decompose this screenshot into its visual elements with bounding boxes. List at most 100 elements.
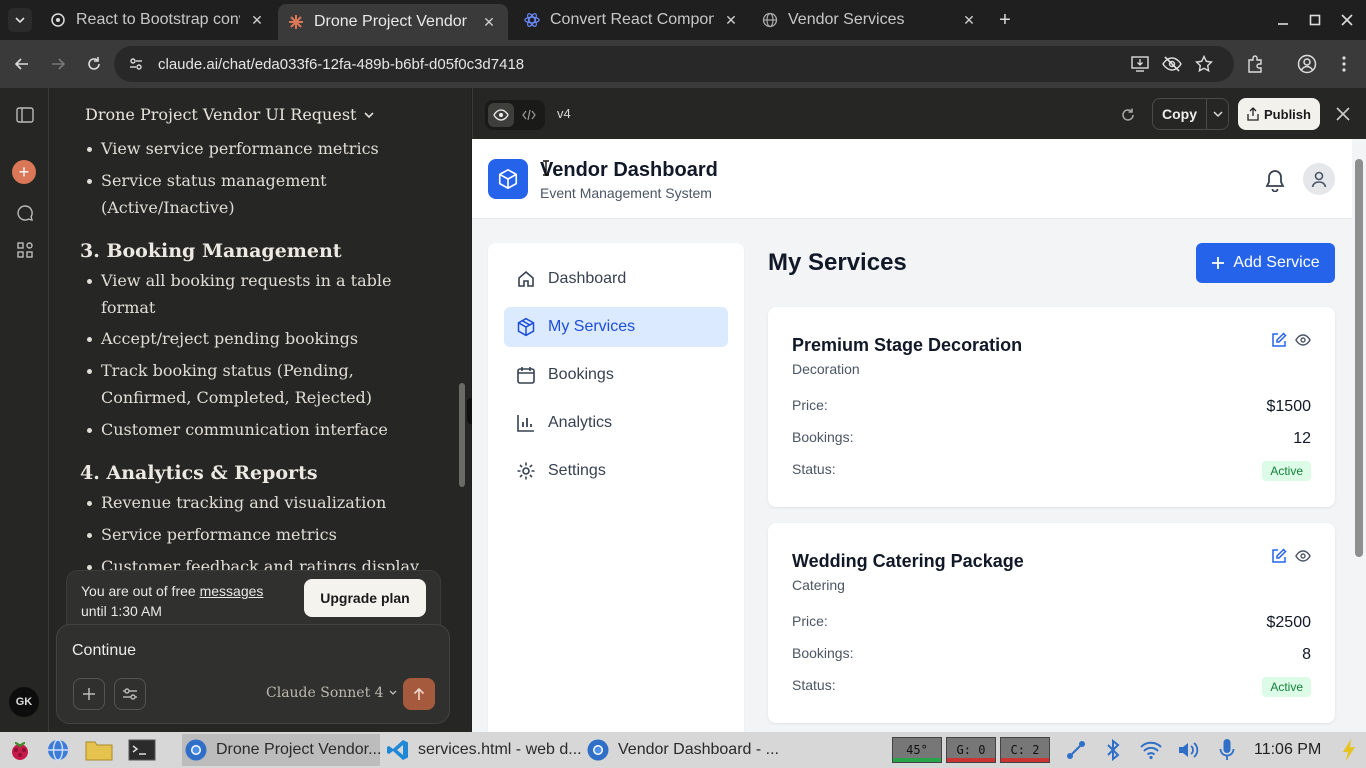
window-title: services.html - web d... bbox=[418, 741, 582, 758]
add-service-button[interactable]: Add Service bbox=[1196, 243, 1335, 283]
eye-off-icon[interactable] bbox=[1162, 54, 1182, 74]
user-avatar[interactable]: GK bbox=[9, 687, 39, 717]
preview-tab[interactable] bbox=[488, 103, 514, 127]
app-title: Vendor Dashboard bbox=[540, 159, 718, 181]
terminal-icon[interactable] bbox=[128, 736, 156, 764]
arrow-right-icon bbox=[52, 58, 66, 70]
model-selector[interactable]: Claude Sonnet 4 bbox=[266, 685, 398, 701]
taskbar-window-2[interactable]: Vendor Dashboard - ... bbox=[584, 734, 782, 766]
tab-title: Drone Project Vendor UI bbox=[314, 13, 472, 30]
nav-item-analytics[interactable]: Analytics bbox=[504, 403, 728, 443]
network-share-icon[interactable] bbox=[1064, 738, 1088, 762]
star-icon[interactable] bbox=[1194, 54, 1214, 74]
projects-icon[interactable] bbox=[14, 239, 36, 261]
nav-item-settings[interactable]: Settings bbox=[504, 451, 728, 491]
bell-icon[interactable] bbox=[1262, 167, 1288, 193]
publish-button[interactable]: Publish bbox=[1238, 98, 1320, 130]
bookings-label: Bookings: bbox=[792, 645, 854, 661]
os-taskbar: Drone Project Vendor... services.html - … bbox=[0, 732, 1366, 768]
chat-title-button[interactable]: Drone Project Vendor UI Request bbox=[85, 105, 376, 124]
nav-item-bookings[interactable]: Bookings bbox=[504, 355, 728, 395]
power-icon[interactable] bbox=[1337, 738, 1361, 762]
copy-button[interactable]: Copy bbox=[1153, 99, 1207, 129]
send-button[interactable] bbox=[403, 678, 435, 710]
attach-button[interactable] bbox=[73, 678, 105, 710]
preview-scrollbar[interactable] bbox=[1355, 159, 1363, 557]
user-avatar-button[interactable] bbox=[1303, 163, 1335, 195]
nav-item-my-services[interactable]: My Services bbox=[504, 307, 728, 347]
nav-label: My Services bbox=[548, 318, 636, 335]
service-category: Catering bbox=[792, 577, 845, 593]
close-artifact-button[interactable] bbox=[1333, 104, 1353, 124]
raspberry-menu-icon[interactable] bbox=[6, 736, 34, 764]
window-title: Vendor Dashboard - ... bbox=[618, 741, 779, 758]
copy-dropdown-button[interactable] bbox=[1207, 99, 1228, 129]
tab-search-button[interactable] bbox=[8, 8, 32, 32]
minimize-button[interactable] bbox=[1273, 10, 1293, 30]
nav-item-dashboard[interactable]: Dashboard bbox=[504, 259, 728, 299]
eye-icon[interactable] bbox=[1294, 331, 1312, 349]
extensions-icon[interactable] bbox=[1245, 54, 1265, 74]
browser-tab-0[interactable]: React to Bootstrap conv ✕ bbox=[40, 4, 276, 36]
install-app-icon[interactable] bbox=[1130, 54, 1150, 74]
kebab-menu-icon[interactable] bbox=[1334, 54, 1354, 74]
edit-icon[interactable] bbox=[1270, 331, 1288, 349]
chevron-down-icon bbox=[389, 690, 397, 695]
profile-icon[interactable] bbox=[1297, 54, 1317, 74]
chromium-icon bbox=[182, 736, 210, 764]
forward-button[interactable] bbox=[46, 52, 70, 76]
gpu-monitor: G: 0 bbox=[946, 737, 996, 763]
wifi-icon[interactable] bbox=[1139, 738, 1163, 762]
upgrade-plan-button[interactable]: Upgrade plan bbox=[304, 579, 426, 617]
vscode-icon bbox=[384, 736, 412, 764]
close-icon[interactable]: ✕ bbox=[480, 13, 498, 31]
microphone-icon[interactable] bbox=[1215, 738, 1239, 762]
maximize-button[interactable] bbox=[1305, 10, 1325, 30]
chat-scrollbar[interactable] bbox=[459, 383, 465, 487]
volume-icon[interactable] bbox=[1177, 738, 1201, 762]
browser-tab-3[interactable]: Vendor Services ✕ bbox=[752, 4, 988, 36]
chats-icon[interactable] bbox=[14, 202, 36, 224]
new-chat-button[interactable]: + bbox=[12, 160, 36, 184]
new-tab-button[interactable]: + bbox=[994, 9, 1016, 31]
browser-tab-1[interactable]: Drone Project Vendor UI ✕ bbox=[278, 4, 508, 40]
share-icon bbox=[1247, 107, 1259, 121]
status-badge: Active bbox=[1262, 677, 1311, 697]
section-heading: 4. Analytics & Reports bbox=[80, 462, 318, 484]
tools-button[interactable] bbox=[114, 678, 146, 710]
nav-label: Analytics bbox=[548, 414, 613, 431]
message-input[interactable]: Continue bbox=[72, 642, 136, 660]
code-tab[interactable] bbox=[516, 103, 542, 127]
add-service-label: Add Service bbox=[1233, 254, 1320, 271]
back-button[interactable] bbox=[10, 52, 34, 76]
minimize-icon bbox=[1278, 23, 1288, 25]
folder-icon[interactable] bbox=[85, 736, 113, 764]
openai-icon bbox=[50, 12, 66, 28]
limit-text: You are out of free bbox=[81, 583, 200, 599]
bar-chart-icon bbox=[516, 413, 536, 433]
close-window-button[interactable] bbox=[1337, 10, 1357, 30]
close-icon[interactable]: ✕ bbox=[722, 11, 740, 29]
globe-icon[interactable] bbox=[44, 736, 72, 764]
taskbar-window-0[interactable]: Drone Project Vendor... bbox=[182, 734, 380, 766]
edit-icon[interactable] bbox=[1270, 547, 1288, 565]
code-icon bbox=[522, 109, 536, 121]
messages-link[interactable]: messages bbox=[200, 583, 264, 599]
browser-tab-2[interactable]: Convert React Compone ✕ bbox=[514, 4, 750, 36]
url-text: claude.ai/chat/eda033f6-12fa-489b-b6bf-d… bbox=[158, 55, 525, 73]
refresh-icon[interactable] bbox=[1118, 105, 1138, 125]
service-card: Premium Stage Decoration Decoration Pric… bbox=[768, 307, 1335, 507]
nav-label: Settings bbox=[548, 462, 606, 479]
reload-button[interactable] bbox=[82, 52, 106, 76]
address-bar[interactable]: claude.ai/chat/eda033f6-12fa-489b-b6bf-d… bbox=[114, 46, 1234, 82]
close-icon[interactable]: ✕ bbox=[960, 11, 978, 29]
eye-icon[interactable] bbox=[1294, 547, 1312, 565]
close-icon[interactable]: ✕ bbox=[248, 11, 266, 29]
list-item: Track booking status (Pending, Confirmed… bbox=[87, 357, 401, 411]
taskbar-window-1[interactable]: services.html - web d... bbox=[384, 734, 582, 766]
usage-limit-banner: You are out of free messages until 1:30 … bbox=[66, 570, 441, 626]
sidebar-toggle-icon[interactable] bbox=[14, 104, 36, 126]
bluetooth-icon[interactable] bbox=[1101, 738, 1125, 762]
claude-sidebar-rail: + GK bbox=[0, 88, 49, 732]
maximize-icon bbox=[1309, 14, 1321, 26]
